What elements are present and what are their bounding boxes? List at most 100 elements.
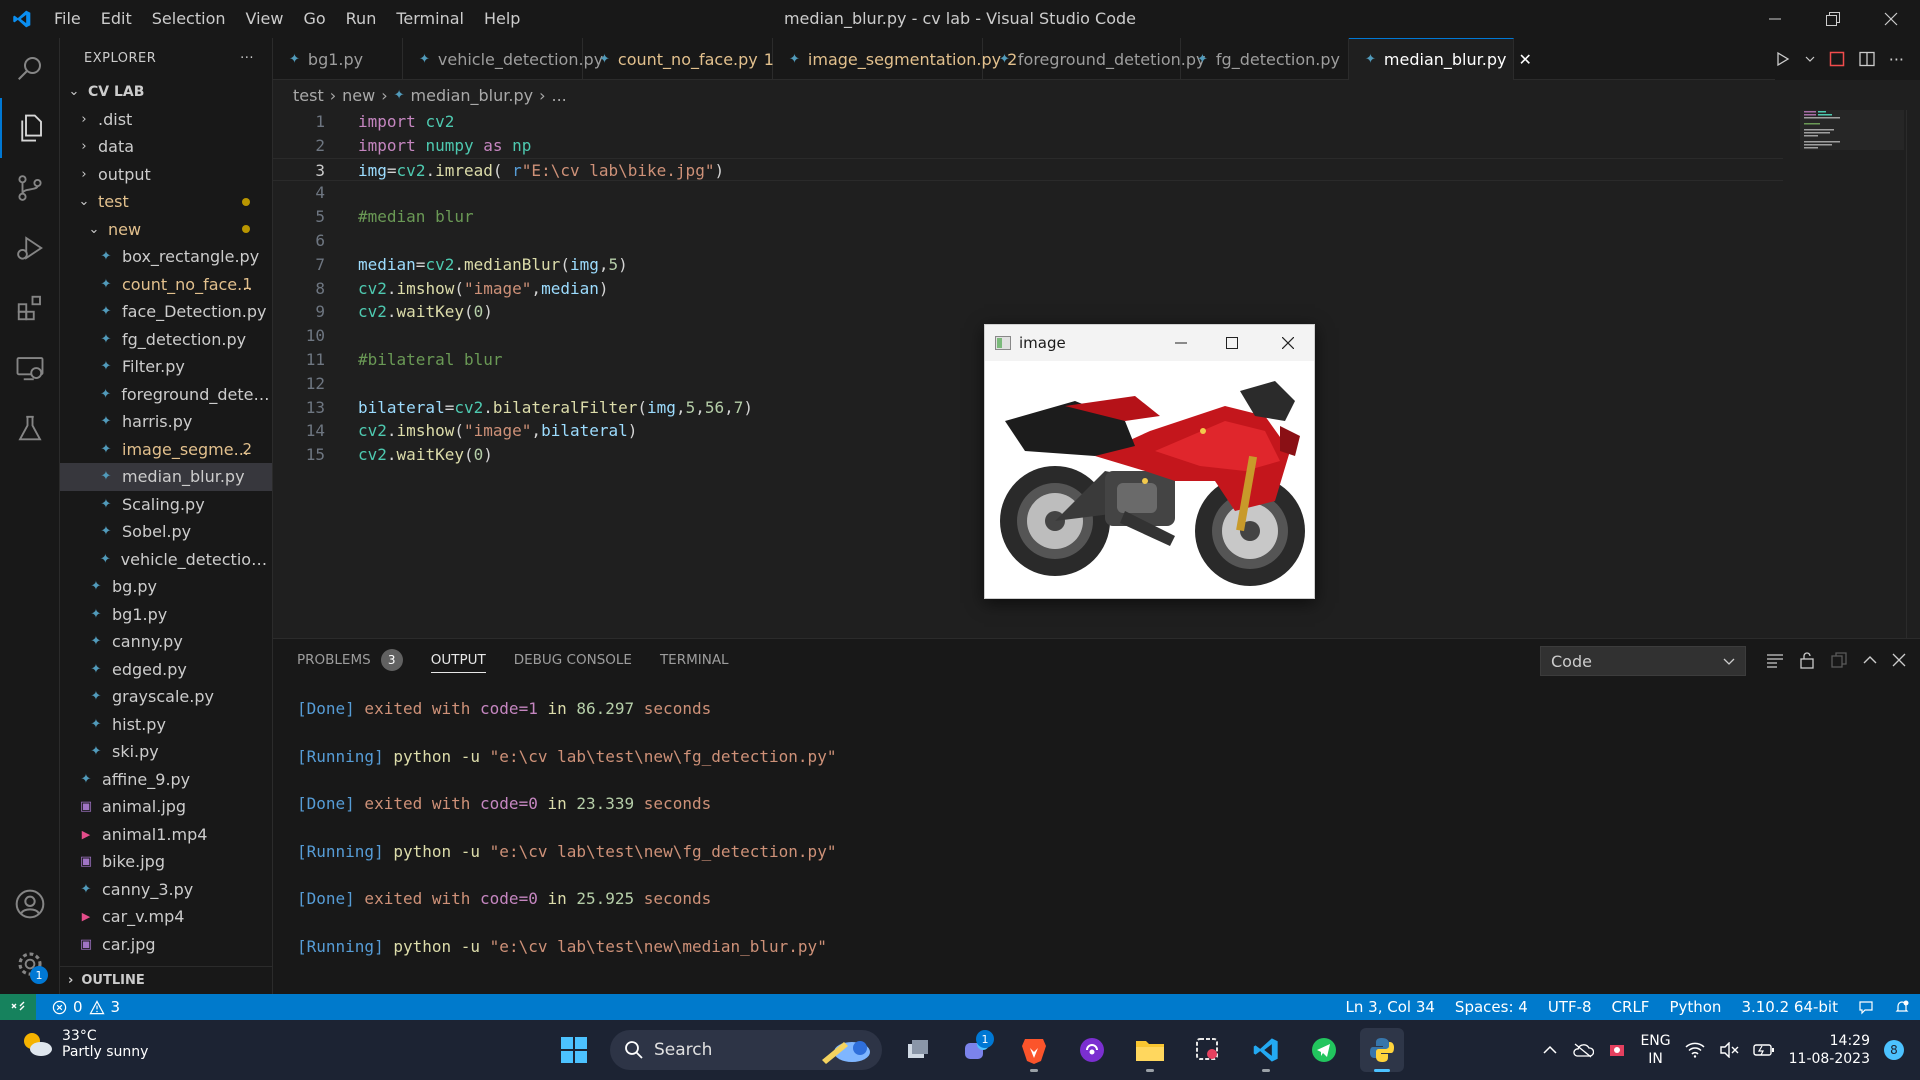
remote-explorer-icon[interactable] <box>0 338 60 398</box>
file-item[interactable]: ✦ Scaling.py <box>60 491 272 519</box>
breadcrumb-symbol[interactable]: ... <box>551 86 566 105</box>
breadcrumb-test[interactable]: test <box>293 86 324 105</box>
tab-terminal[interactable]: TERMINAL <box>660 639 729 681</box>
file-item[interactable]: ✦ hist.py <box>60 711 272 739</box>
file-item[interactable]: ✦ canny_3.py <box>60 876 272 904</box>
close-button[interactable] <box>1265 325 1311 361</box>
language-indicator[interactable]: ENG IN <box>1640 1032 1670 1068</box>
folder-item[interactable]: › .dist <box>60 106 272 134</box>
vscode-taskbar-button[interactable] <box>1244 1028 1288 1072</box>
file-item[interactable]: ✦ median_blur.py <box>60 463 272 491</box>
start-button[interactable] <box>552 1028 596 1072</box>
file-item[interactable]: ✦ affine_9.py <box>60 766 272 794</box>
folder-item[interactable]: › data <box>60 133 272 161</box>
notification-count-badge[interactable]: 8 <box>1884 1040 1904 1060</box>
maximize-button[interactable] <box>1209 325 1255 361</box>
file-item[interactable]: ✦ grayscale.py <box>60 683 272 711</box>
file-item[interactable]: ✦ count_no_face... 1 <box>60 271 272 299</box>
tab-output[interactable]: OUTPUT <box>430 639 486 681</box>
file-item[interactable]: ✦ Sobel.py <box>60 518 272 546</box>
tab[interactable]: ✦ image_segmentation.py 2 <box>773 38 1017 80</box>
file-item[interactable]: ✦ canny.py <box>60 628 272 656</box>
run-debug-icon[interactable] <box>0 218 60 278</box>
tab[interactable]: ✦ vehicle_detection.py <box>403 38 603 80</box>
output-log[interactable]: [Done] exited with code=1 in 86.297 seco… <box>297 697 836 983</box>
clear-output-icon[interactable] <box>1766 651 1784 669</box>
run-file-icon[interactable] <box>1775 51 1791 67</box>
file-item[interactable]: ▣ bike.jpg <box>60 848 272 876</box>
copy-icon[interactable] <box>1830 651 1848 669</box>
folder-item[interactable]: › output <box>60 161 272 189</box>
problems-indicator[interactable]: 0 3 <box>36 998 120 1016</box>
snipping-tool-button[interactable] <box>1186 1028 1230 1072</box>
python-window-button[interactable] <box>1360 1028 1404 1072</box>
file-item[interactable]: ✦ foreground_deteti... <box>60 381 272 409</box>
chevron-down-icon[interactable] <box>1805 54 1815 64</box>
file-item[interactable]: ▶ car_v.mp4 <box>60 903 272 931</box>
onedrive-icon[interactable] <box>1572 1042 1595 1058</box>
file-item[interactable]: ✦ Filter.py <box>60 353 272 381</box>
file-explorer-button[interactable] <box>1128 1028 1172 1072</box>
file-item[interactable]: ✦ bg.py <box>60 573 272 601</box>
clock[interactable]: 14:29 11-08-2023 <box>1789 1032 1870 1068</box>
telegram-button[interactable] <box>1302 1028 1346 1072</box>
account-icon[interactable] <box>0 874 60 934</box>
editor-scrollbar[interactable] <box>1906 110 1920 638</box>
remote-indicator-icon[interactable] <box>0 994 36 1020</box>
file-item[interactable]: ✦ harris.py <box>60 408 272 436</box>
file-item[interactable]: ▣ animal.jpg <box>60 793 272 821</box>
tab-active[interactable]: ✦ median_blur.py ✕ <box>1349 38 1532 80</box>
stop-icon[interactable] <box>1829 51 1845 67</box>
menu-view[interactable]: View <box>236 0 294 38</box>
folder-item[interactable]: ⌄ new <box>60 216 272 244</box>
minimap[interactable] <box>1784 110 1904 638</box>
file-item[interactable]: ✦ fg_detection.py <box>60 326 272 354</box>
indentation[interactable]: Spaces: 4 <box>1455 998 1528 1016</box>
source-control-icon[interactable] <box>0 158 60 218</box>
tab-problems[interactable]: PROBLEMS 3 <box>297 639 403 681</box>
close-window-button[interactable] <box>1862 0 1920 38</box>
outline-section[interactable]: › OUTLINE <box>60 966 272 994</box>
cursor-position[interactable]: Ln 3, Col 34 <box>1346 998 1435 1016</box>
explorer-icon[interactable] <box>0 98 60 158</box>
folder-item[interactable]: ⌄ test <box>60 188 272 216</box>
file-item[interactable]: ✦ image_segme... 2 <box>60 436 272 464</box>
close-tab-icon[interactable]: ✕ <box>1518 50 1531 69</box>
extensions-icon[interactable] <box>0 278 60 338</box>
menu-run[interactable]: Run <box>336 0 387 38</box>
minimize-button[interactable] <box>1746 0 1804 38</box>
lock-scroll-icon[interactable] <box>1798 651 1816 669</box>
security-app-icon[interactable] <box>1608 1041 1626 1059</box>
volume-muted-icon[interactable] <box>1719 1042 1739 1058</box>
chevron-up-icon[interactable] <box>1542 1042 1558 1058</box>
weather-widget[interactable]: 33°C Partly sunny <box>20 1028 148 1060</box>
file-item[interactable]: ✦ face_Detection.py <box>60 298 272 326</box>
wifi-icon[interactable] <box>1685 1042 1705 1058</box>
menu-selection[interactable]: Selection <box>142 0 236 38</box>
split-editor-icon[interactable] <box>1859 51 1875 67</box>
file-item[interactable]: ▣ car.jpg <box>60 931 272 959</box>
teams-chat-button[interactable]: 1 <box>954 1028 998 1072</box>
notifications-bell-icon[interactable] <box>1894 999 1910 1015</box>
python-interpreter[interactable]: 3.10.2 64-bit <box>1741 998 1838 1016</box>
menu-file[interactable]: File <box>44 0 91 38</box>
output-channel-select[interactable]: Code <box>1540 646 1746 676</box>
restore-button[interactable] <box>1804 0 1862 38</box>
taskbar-search[interactable]: Search <box>610 1030 882 1070</box>
file-item[interactable]: ▶ animal1.mp4 <box>60 821 272 849</box>
more-actions-icon[interactable]: ··· <box>240 51 254 66</box>
testing-icon[interactable] <box>0 398 60 458</box>
opencv-image-window[interactable]: image <box>984 324 1315 599</box>
menu-go[interactable]: Go <box>293 0 335 38</box>
tab[interactable]: ✦ count_no_face.py 1 <box>583 38 774 80</box>
menu-terminal[interactable]: Terminal <box>386 0 474 38</box>
image-window-titlebar[interactable]: image <box>985 325 1314 361</box>
more-actions-icon[interactable]: ··· <box>1889 50 1904 69</box>
battery-icon[interactable] <box>1752 1043 1775 1057</box>
feedback-icon[interactable] <box>1858 999 1874 1015</box>
tab[interactable]: ✦ bg1.py <box>273 38 403 80</box>
settings-gear-icon[interactable]: 1 <box>0 934 60 994</box>
minimize-button[interactable] <box>1158 325 1204 361</box>
podcast-app-button[interactable] <box>1070 1028 1114 1072</box>
file-item[interactable]: ✦ ski.py <box>60 738 272 766</box>
